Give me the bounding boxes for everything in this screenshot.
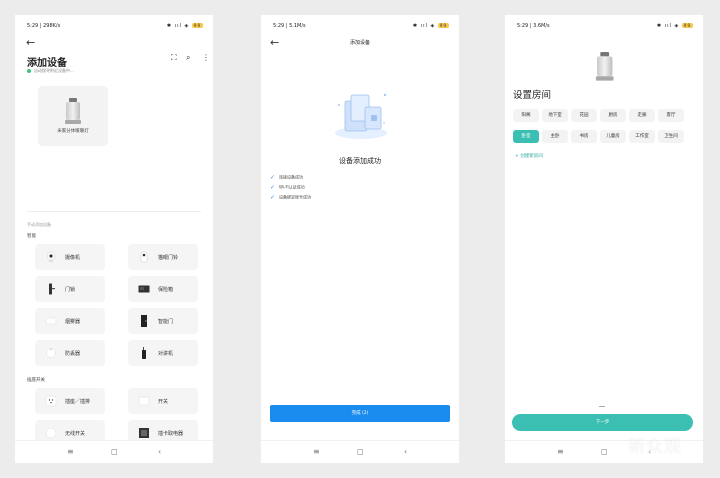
page-title: 添加设备: [27, 58, 67, 69]
check-item: ✓ Wi-Fi认证成功: [270, 184, 305, 191]
status-bar: 5:29 | 298K/s ✱ ııl ◈ 99: [15, 15, 213, 35]
room-chip[interactable]: 花园: [571, 109, 597, 122]
phone-screen-set-room: 5:29 | 3.6M/s ✱ ııl ◈ 99 设置房间 阳阁 地下室 花园 …: [505, 15, 703, 463]
device-tile-switch[interactable]: 开关: [128, 388, 198, 414]
safe-icon: [138, 285, 150, 293]
wireless-switch-icon: [45, 427, 57, 439]
device-name: 猫眼门铃: [158, 255, 179, 261]
checkmark-icon: ✓: [270, 174, 276, 181]
device-name: 开关: [158, 399, 169, 405]
device-tile-smart-door[interactable]: 智能门: [128, 308, 198, 334]
back-arrow-icon[interactable]: ←: [26, 37, 35, 48]
camera-icon: [46, 251, 56, 262]
status-icons: ✱ ııl ◈ 99: [412, 23, 449, 29]
card-power-icon: [139, 428, 149, 438]
status-icons: ✱ ııl ◈ 99: [656, 23, 693, 29]
switch-icon: [138, 396, 150, 406]
room-chip[interactable]: 卫生间: [658, 130, 684, 143]
more-icon[interactable]: ⋮: [202, 53, 210, 62]
back-icon[interactable]: ‹: [158, 447, 161, 456]
watermark-logo: 新众观: [628, 437, 682, 457]
menu-icon[interactable]: ≡: [557, 447, 564, 456]
scan-icon[interactable]: ⛶: [171, 53, 177, 63]
device-name: 门锁: [65, 287, 76, 293]
checkmark-icon: ✓: [270, 194, 276, 201]
device-name: 智能门: [158, 319, 174, 325]
room-chip[interactable]: 阳阁: [513, 109, 539, 122]
battery-icon: 99: [191, 23, 203, 28]
device-tile-doorbell[interactable]: 猫眼门铃: [128, 244, 198, 270]
smart-door-icon: [141, 315, 147, 327]
home-icon[interactable]: ◻: [601, 447, 608, 456]
room-chip[interactable]: 儿童房: [600, 130, 626, 143]
device-tile-tracker[interactable]: 防丢器: [35, 340, 105, 366]
divider: [27, 211, 201, 212]
device-tile-walkie-talkie[interactable]: 对讲机: [128, 340, 198, 366]
device-name: 插座／插排: [65, 399, 91, 405]
device-tile-safe[interactable]: 保险箱: [128, 276, 198, 302]
scanning-dot-icon: [27, 69, 31, 73]
status-time: 5:29 | 5.1M/s: [273, 23, 306, 29]
doorbell-icon: [140, 251, 148, 263]
room-chip[interactable]: 客厅: [658, 109, 684, 122]
success-title: 设备添加成功: [339, 157, 381, 165]
room-chip[interactable]: 厨房: [600, 109, 626, 122]
status-bar: 5:29 | 3.6M/s ✱ ııl ◈ 99: [505, 15, 703, 35]
battery-icon: 99: [437, 23, 449, 28]
room-chip[interactable]: 书房: [571, 130, 597, 143]
room-chip[interactable]: 工作室: [629, 130, 655, 143]
devices-illustration-icon: [335, 93, 387, 139]
walkie-talkie-icon: [142, 347, 146, 359]
device-tile-camera[interactable]: 摄像机: [35, 244, 105, 270]
back-icon[interactable]: ‹: [404, 447, 407, 456]
status-time: 5:29 | 298K/s: [27, 23, 61, 29]
device-name: 对讲机: [158, 351, 174, 357]
device-tile-socket[interactable]: 插座／插排: [35, 388, 105, 414]
group-title-socket: 插座开关: [27, 378, 45, 383]
tracker-icon: [46, 348, 56, 358]
device-name: 摄像机: [65, 255, 81, 261]
scanning-status: 自动搜寻附近设备中...: [27, 68, 74, 74]
system-nav-bar: ≡ ◻ ‹: [261, 440, 459, 463]
found-device-card[interactable]: 米家分体暖暖灯: [38, 86, 108, 146]
device-name: 保险箱: [158, 287, 174, 293]
page-title: 添加设备: [349, 40, 370, 46]
manual-add-title: 手动添加设备: [27, 222, 51, 227]
battery-icon: 99: [681, 23, 693, 28]
home-icon[interactable]: ◻: [357, 447, 364, 456]
device-name: 插卡取电器: [158, 431, 184, 437]
group-title-smart: 智能: [27, 234, 36, 239]
device-tile-lock[interactable]: 门锁: [35, 276, 105, 302]
smoke-detector-icon: [45, 317, 57, 325]
complete-button[interactable]: 完成 (2): [270, 405, 450, 422]
page-title: 设置房间: [513, 90, 552, 101]
device-name: 无线开关: [65, 431, 86, 437]
checkmark-icon: ✓: [270, 184, 276, 191]
sheet-handle: [599, 406, 605, 407]
create-room-link[interactable]: + 创建新房间: [515, 153, 543, 159]
system-nav-bar: ≡ ◻ ‹: [15, 440, 213, 463]
status-time: 5:29 | 3.6M/s: [517, 23, 550, 29]
search-icon[interactable]: ⌕: [186, 53, 190, 63]
room-chip-selected[interactable]: 卧室: [513, 130, 539, 143]
menu-icon[interactable]: ≡: [67, 447, 74, 456]
status-bar: 5:29 | 5.1M/s ✱ ııl ◈ 99: [261, 15, 459, 35]
check-item: ✓ 连接设备成功: [270, 174, 304, 181]
room-chip[interactable]: 地下室: [542, 109, 568, 122]
check-item: ✓ 设备绑定账号成功: [270, 194, 312, 201]
home-icon[interactable]: ◻: [111, 447, 118, 456]
door-lock-icon: [49, 283, 55, 295]
room-chip[interactable]: 主卧: [542, 130, 568, 143]
device-tile-smoke[interactable]: 烟雾器: [35, 308, 105, 334]
device-name: 防丢器: [65, 351, 81, 357]
phone-screen-add-success: 5:29 | 5.1M/s ✱ ııl ◈ 99 ← 添加设备 设备添加成功 ✓…: [261, 15, 459, 463]
status-icons: ✱ ııl ◈ 99: [166, 23, 203, 29]
phone-screen-add-device: 5:29 | 298K/s ✱ ııl ◈ 99 ← ⛶ ⌕ ⋮ 添加设备 自动…: [15, 15, 213, 463]
socket-icon: [45, 395, 57, 407]
room-chip[interactable]: 走廊: [629, 109, 655, 122]
device-name: 烟雾器: [65, 319, 81, 325]
found-device-label: 米家分体暖暖灯: [57, 129, 89, 134]
next-button[interactable]: 下一步: [512, 414, 693, 431]
menu-icon[interactable]: ≡: [313, 447, 320, 456]
